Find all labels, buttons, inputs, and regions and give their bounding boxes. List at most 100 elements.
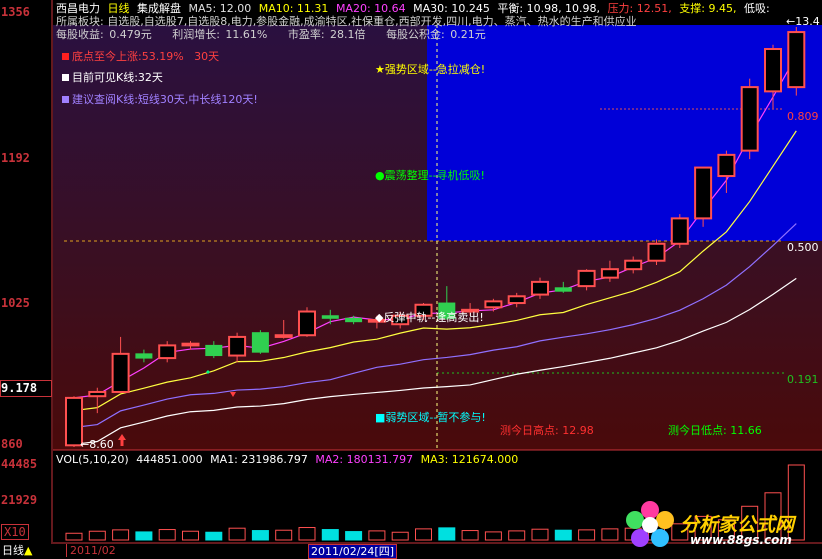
eps-value: 每股收益: 0.479元 [56, 28, 152, 41]
volume-bar [601, 528, 619, 541]
low-mark-label: ←8.60 [80, 438, 114, 451]
advice-info: 建议查阅K线:短线30天,中长线120天! [62, 93, 258, 106]
volume-bar [415, 528, 432, 541]
strong-zone-area [427, 25, 822, 241]
vol-multiplier: X10 [1, 524, 29, 540]
candle-body [647, 242, 666, 262]
volume-bar [298, 527, 316, 541]
rise-days: 30天 [194, 50, 220, 63]
ma20-value: MA20: 10.64 [335, 2, 406, 15]
cursor-date-box: 2011/02/24[四] [308, 544, 397, 559]
pressure-value: 压力: 12.51, [607, 2, 672, 15]
volume-bar [578, 529, 596, 541]
candle-body [88, 390, 107, 398]
volume-bar [205, 531, 223, 541]
candle-body [624, 259, 643, 271]
weak-zone-label: ■弱势区域--暂不参与! [375, 411, 486, 424]
sector-list: 所属板块: 自选股,自选股7,自选股8,电力,参股金融,成渝特区,社保重仓,西部… [56, 15, 637, 28]
stock-name[interactable]: 西昌电力 [56, 2, 100, 15]
forecast-low: 测今日低点: 11.66 [668, 424, 762, 437]
candle-body [274, 334, 293, 338]
volume-bar [275, 529, 293, 541]
reserve-value: 每股公积金: 0.21元 [386, 28, 486, 41]
rise-label: 底点至今上涨:53.19% [72, 50, 184, 63]
visible-k-label: 目前可见K线:32天 [72, 71, 163, 84]
visible-k-info: 目前可见K线:32天 [62, 71, 163, 84]
volume-bar [135, 531, 153, 541]
volume-bar [345, 531, 363, 541]
stock-chart-window: 西昌电力 日线 集成解盘 MA5: 12.00 MA10: 11.31 MA20… [0, 0, 822, 559]
candle-body [298, 310, 316, 337]
red-square-icon [62, 53, 69, 60]
level-0500-label: 0.500 [787, 241, 819, 254]
volume-bar [461, 530, 479, 541]
candle-body [205, 344, 223, 357]
candle-body [531, 280, 549, 296]
ma30-value: MA30: 10.245 [413, 2, 490, 15]
month-label: 2011/02 [66, 544, 116, 557]
candle-body [554, 287, 572, 292]
ma5-value: MA5: 12.00 [188, 2, 252, 15]
triangle-up-icon: ▲ [24, 544, 33, 557]
candle-body [321, 315, 339, 319]
vol-y-label-max: 44485 [1, 457, 38, 471]
y-label-1025: 1025 [1, 296, 30, 310]
candle-body [694, 166, 713, 220]
volume-bar [391, 531, 409, 541]
flower-logo-icon [626, 501, 674, 547]
pe-value: 市盈率: 28.1倍 [287, 28, 366, 41]
candle-body [228, 335, 247, 357]
volume-bar [158, 529, 176, 541]
volume-bar [368, 530, 386, 541]
candle-body [717, 153, 736, 178]
volume-bar [531, 528, 549, 541]
candle-body [484, 300, 503, 309]
forecast-high: 测今日高点: 12.98 [500, 424, 594, 437]
volume-bar [182, 530, 199, 541]
vol-label: VOL(5,10,20) [56, 453, 129, 466]
period-switch[interactable]: 日线▲ [2, 544, 32, 557]
vol-ma1: MA1: 231986.797 [210, 453, 308, 466]
profit-growth-value: 利润增长: 11.61% [172, 28, 268, 41]
low-buy-value: 低吸: [743, 2, 770, 15]
candle-body [600, 268, 619, 279]
rebound-zone-label: ◆反弹中轨--逢高卖出! [375, 311, 484, 324]
volume-bar [438, 527, 456, 541]
candle-body [670, 217, 689, 245]
indicator-name[interactable]: 集成解盘 [137, 2, 181, 15]
volume-bar [88, 530, 106, 541]
ma10-value: MA10: 11.31 [258, 2, 329, 15]
candle-body [740, 86, 759, 152]
cursor-price-box: 9.178 [0, 380, 52, 397]
strong-zone-label: ★强势区域--急拉减仓! [375, 63, 486, 76]
y-label-1192: 1192 [1, 151, 30, 165]
volume-bar [65, 532, 83, 541]
vol-y-label-mid: 21929 [1, 493, 38, 507]
support-value: 支撑: 9.45, [679, 2, 737, 15]
volume-bar [251, 530, 269, 541]
candle-body [181, 342, 200, 347]
watermark-url: www.88gs.com [690, 533, 792, 547]
header-row-1: 西昌电力 日线 集成解盘 MA5: 12.00 MA10: 11.31 MA20… [56, 2, 774, 15]
y-label-860: 860 [1, 437, 23, 451]
period-label: 日线 [107, 2, 130, 15]
candle-body [111, 352, 130, 393]
balance-value: 平衡: 10.98, 10.98, [497, 2, 601, 15]
y-label-1356: 1356 [1, 5, 30, 19]
rise-info: 底点至今上涨:53.19% 30天 [62, 50, 219, 63]
volume-bar [484, 531, 502, 541]
high-mark-label: ←13.4 [786, 15, 820, 28]
vol-ma2: MA2: 180131.797 [315, 453, 414, 466]
oscillate-zone-label: ●震荡整理--寻机低吸! [375, 169, 485, 182]
candle-body [577, 269, 596, 288]
vol-ma3: MA3: 121674.000 [420, 453, 519, 466]
advice-label: 建议查阅K线:短线30天,中长线120天! [72, 93, 258, 106]
fundamentals-row: 每股收益: 0.479元 利润增长: 11.61% 市盈率: 28.1倍 每股公… [56, 28, 490, 41]
volume-bar [228, 527, 246, 541]
candle-body [158, 344, 177, 360]
candle-body [507, 295, 526, 305]
candle-body [251, 332, 269, 353]
volume-header: VOL(5,10,20) 444851.000 MA1: 231986.797 … [56, 453, 522, 466]
white-square-icon [62, 74, 69, 81]
volume-bar [321, 529, 339, 541]
